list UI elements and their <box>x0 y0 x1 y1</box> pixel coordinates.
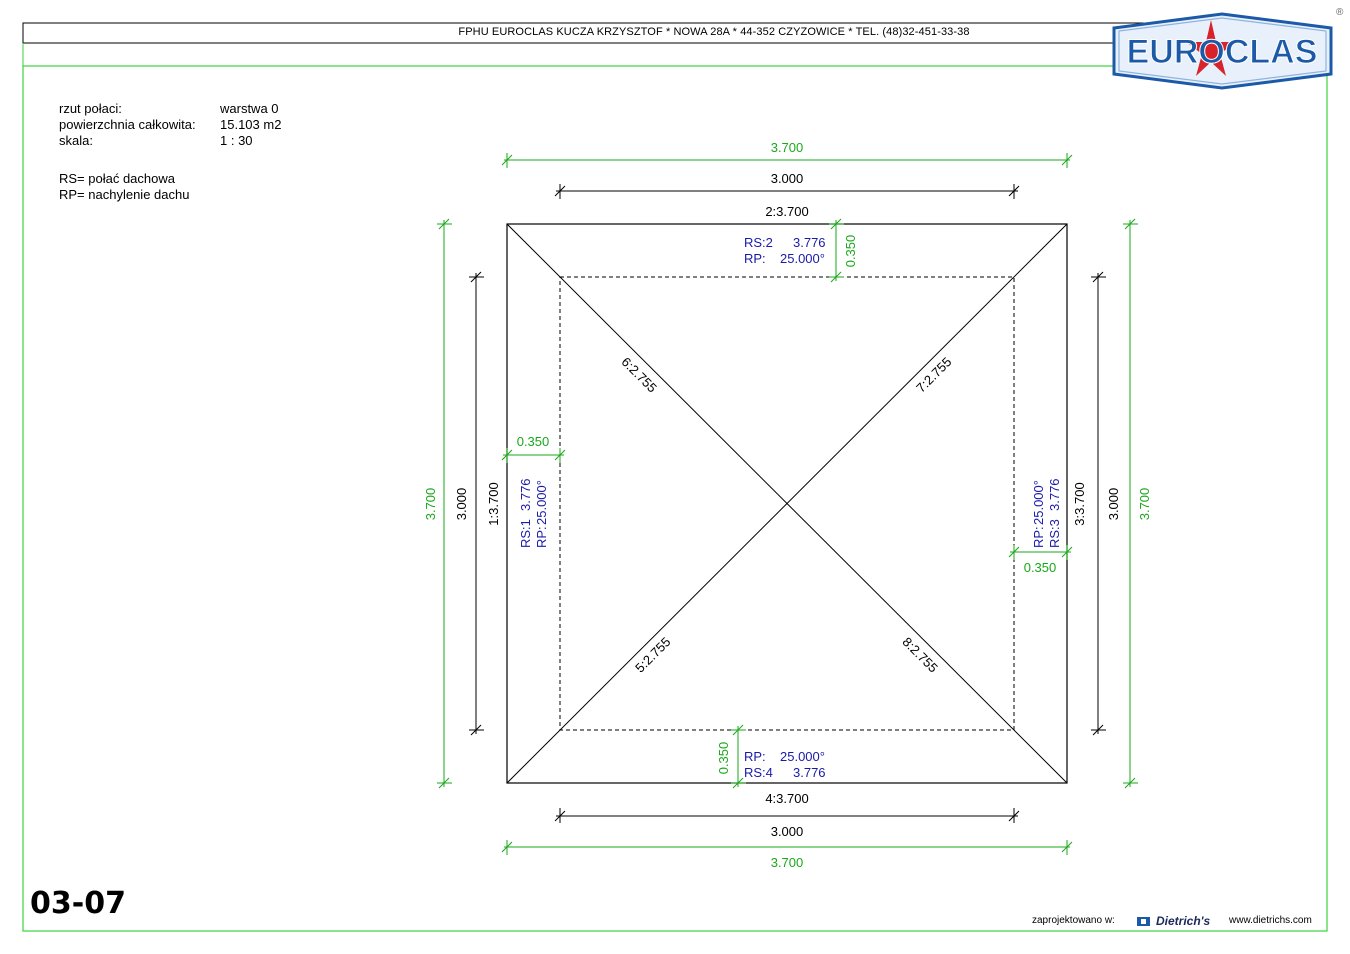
overhang-right-label: 0.350 <box>1024 560 1057 575</box>
overhang-top-label: 0.350 <box>843 235 858 268</box>
edge-right-label: 3:3.700 <box>1072 482 1087 525</box>
overhang-top-dim <box>829 218 844 283</box>
face-top-rp: RP: <box>744 251 766 266</box>
dim-inner-bottom-label: 3.000 <box>771 824 804 839</box>
hip-label-se: 8:2.755 <box>900 634 941 675</box>
legend: RS= połać dachowa RP= nachylenie dachu <box>59 171 189 203</box>
face-left-rs: RS:1 <box>518 519 533 548</box>
face-bottom-rp: RP: <box>744 749 766 764</box>
dim-inner-top <box>554 184 1020 199</box>
dim-inner-left <box>469 271 484 736</box>
face-top-rs-value: 3.776 <box>793 235 826 250</box>
roof-plan-drawing: 3.700 3.000 2:3.700 0.350 RS:2 3.776 RP:… <box>22 22 1328 932</box>
face-right-rp: RP: <box>1031 526 1046 548</box>
dim-inner-left-label: 3.000 <box>454 488 469 521</box>
overhang-bottom-label: 0.350 <box>716 742 731 775</box>
face-right-rs-value: 3.776 <box>1047 478 1062 511</box>
face-left-rp: RP: <box>534 526 549 548</box>
logo-text: EUROCLAS <box>1127 33 1318 71</box>
info-values: warstwa 0 15.103 m2 1 : 30 <box>220 101 281 149</box>
overhang-left-label: 0.350 <box>517 434 550 449</box>
dim-overall-left <box>437 218 452 789</box>
sheet-number: 03-07 <box>30 886 126 921</box>
info-label-plan: rzut połaci: <box>59 101 122 116</box>
website-link[interactable]: www.dietrichs.com <box>1229 915 1312 926</box>
hip-label-sw: 5:2.755 <box>632 634 673 675</box>
designed-in-label: zaprojektowano w: <box>1032 915 1115 926</box>
face-left-labels: RS:1 3.776 RP: 25.000° <box>518 478 549 548</box>
legend-rs: RS= połać dachowa <box>59 171 175 186</box>
face-top-rp-value: 25.000° <box>780 251 825 266</box>
face-right-labels: RP: 25.000° RS:3 3.776 <box>1031 478 1062 548</box>
registered-mark: ® <box>1336 7 1344 18</box>
info-labels: rzut połaci: powierzchnia całkowita: ska… <box>59 101 196 149</box>
info-label-area: powierzchnia całkowita: <box>59 117 196 132</box>
face-right-rp-value: 25.000° <box>1031 480 1046 525</box>
face-bottom-rs-value: 3.776 <box>793 765 826 780</box>
info-value-area: 15.103 m2 <box>220 117 282 132</box>
face-top-rs: RS:2 <box>744 235 773 250</box>
info-value-plan: warstwa 0 <box>220 101 279 116</box>
hip-label-ne: 7:2.755 <box>913 354 954 395</box>
face-bottom-rp-value: 25.000° <box>780 749 825 764</box>
dim-inner-top-label: 3.000 <box>771 171 804 186</box>
dim-overall-top <box>501 153 1073 168</box>
edge-bottom-label: 4:3.700 <box>765 791 808 806</box>
dim-inner-right <box>1091 271 1106 736</box>
dietrichs-logo-icon-inner <box>1141 919 1146 924</box>
dim-overall-bottom <box>501 840 1073 855</box>
legend-rp: RP= nachylenie dachu <box>59 187 190 202</box>
face-left-rp-value: 25.000° <box>534 480 549 525</box>
dim-overall-right-label: 3.700 <box>1137 488 1152 521</box>
face-bottom-rs: RS:4 <box>744 765 773 780</box>
info-value-scale: 1 : 30 <box>220 133 253 148</box>
edge-top-label: 2:3.700 <box>765 204 808 219</box>
sheet-frame <box>22 65 1328 932</box>
software-name: Dietrich's <box>1156 914 1211 928</box>
dim-overall-right <box>1123 218 1138 789</box>
dim-overall-top-label: 3.700 <box>771 140 804 155</box>
face-right-rs: RS:3 <box>1047 519 1062 548</box>
dim-inner-bottom <box>554 808 1020 823</box>
edge-left-label: 1:3.700 <box>486 482 501 525</box>
face-left-rs-value: 3.776 <box>518 478 533 511</box>
hip-label-nw: 6:2.755 <box>619 354 660 395</box>
info-label-scale: skala: <box>59 133 93 148</box>
overhang-left-dim <box>501 448 566 463</box>
dim-overall-bottom-label: 3.700 <box>771 855 804 870</box>
euroclas-logo: EUROCLAS <box>1112 12 1333 90</box>
dim-overall-left-label: 3.700 <box>423 488 438 521</box>
dim-inner-right-label: 3.000 <box>1106 488 1121 521</box>
